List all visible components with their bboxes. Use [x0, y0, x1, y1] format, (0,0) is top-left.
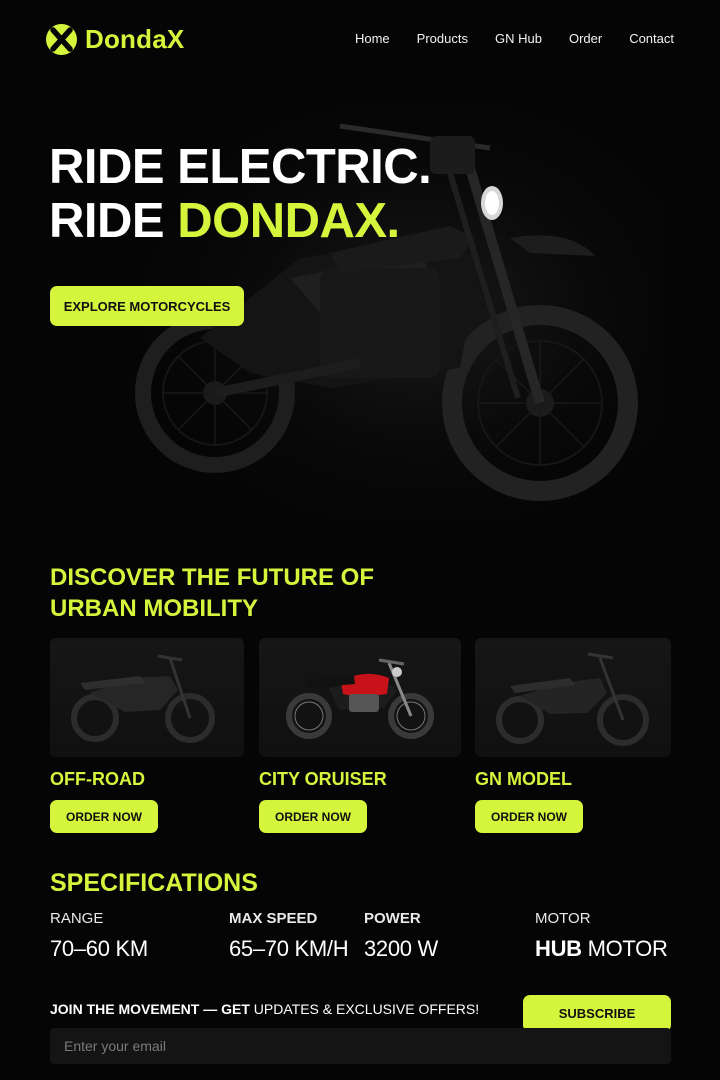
spec-label: MOTOR [535, 910, 591, 927]
spec-power: POWER 3200 W [364, 910, 438, 962]
nav-order[interactable]: Order [569, 31, 602, 46]
nav-gn-hub[interactable]: GN Hub [495, 31, 542, 46]
model-name: CITY ORUISER [259, 769, 387, 789]
order-now-button[interactable]: ORDER NOW [50, 800, 158, 833]
order-now-button[interactable]: ORDER NOW [259, 800, 367, 833]
spec-value: 3200 W [364, 936, 439, 961]
hero-line-2-prefix: RIDE [49, 194, 178, 248]
subscribe-button[interactable]: SUBSCRIBE [523, 995, 671, 1032]
newsletter-text-rest: UPDATES & EXCLUSIVE OFFERS! [249, 1001, 480, 1017]
spec-label: MAX SPEED [229, 910, 318, 927]
spec-motor: MOTOR HUB MOTOR [535, 910, 668, 962]
brand-name: DondaX [85, 24, 185, 54]
model-image-gn-model[interactable] [475, 638, 671, 757]
newsletter-text-bold: JOIN THE MOVEMENT — GET [50, 1001, 250, 1017]
discover-title-line-2: URBAN MOBILITY [50, 595, 258, 622]
discover-title-line-1: DISCOVER THE FUTURE OF [50, 564, 375, 591]
model-name: GN MODEL [475, 769, 572, 789]
model-card-off-road: OFF-ROAD ORDER NOW [50, 638, 244, 833]
nav-contact[interactable]: Contact [629, 31, 674, 46]
order-now-button[interactable]: ORDER NOW [475, 800, 583, 833]
nav-home[interactable]: Home [355, 31, 390, 46]
hero-line-2: RIDE DONDAX. [49, 194, 431, 248]
hero-headline: RIDE ELECTRIC. RIDE DONDAX. [49, 140, 432, 248]
nav-products[interactable]: Products [417, 31, 468, 46]
model-name: OFF-ROAD [50, 769, 145, 789]
spec-range: RANGE 70–60 KM [50, 910, 148, 962]
spec-value: HUB MOTOR [535, 936, 668, 962]
model-image-off-road[interactable] [50, 638, 244, 757]
spec-value: 70–60 KM [50, 936, 148, 961]
model-card-city-cruiser: CITY ORUISER ORDER NOW [259, 638, 461, 833]
spec-value-bold: HUB [535, 936, 582, 961]
specifications-title: SPECIFICATIONS [50, 869, 258, 897]
spec-label: RANGE [50, 910, 104, 927]
model-card-gn-model: GN MODEL ORDER NOW [475, 638, 671, 833]
explore-motorcycles-button[interactable]: EXPLORE MOTORCYCLES [50, 286, 244, 326]
spec-value-rest: MOTOR [581, 936, 668, 961]
spec-label: POWER [364, 910, 421, 927]
spec-value: 65–70 KM/H [229, 936, 349, 961]
off-road-bike-icon [71, 654, 215, 743]
gn-model-bike-icon [496, 652, 649, 746]
top-nav: DondaX Home Products GN Hub Order Contac… [0, 0, 720, 80]
nav-links: Home Products GN Hub Order Contact [355, 31, 674, 46]
city-cruiser-bike-icon [286, 658, 434, 739]
brand-logo[interactable]: DondaX [46, 24, 184, 55]
spec-max-speed: MAX SPEED 65–70 KM/H [229, 910, 349, 962]
hero-brand-accent: DONDAX. [177, 194, 400, 248]
model-image-city-cruiser[interactable] [259, 638, 461, 757]
email-input[interactable] [50, 1028, 671, 1064]
logo-icon [46, 24, 77, 55]
newsletter-text: JOIN THE MOVEMENT — GET UPDATES & EXCLUS… [50, 1001, 479, 1017]
discover-title: DISCOVER THE FUTURE OF URBAN MOBILITY [50, 562, 374, 624]
hero-line-1: RIDE ELECTRIC. [49, 140, 432, 194]
